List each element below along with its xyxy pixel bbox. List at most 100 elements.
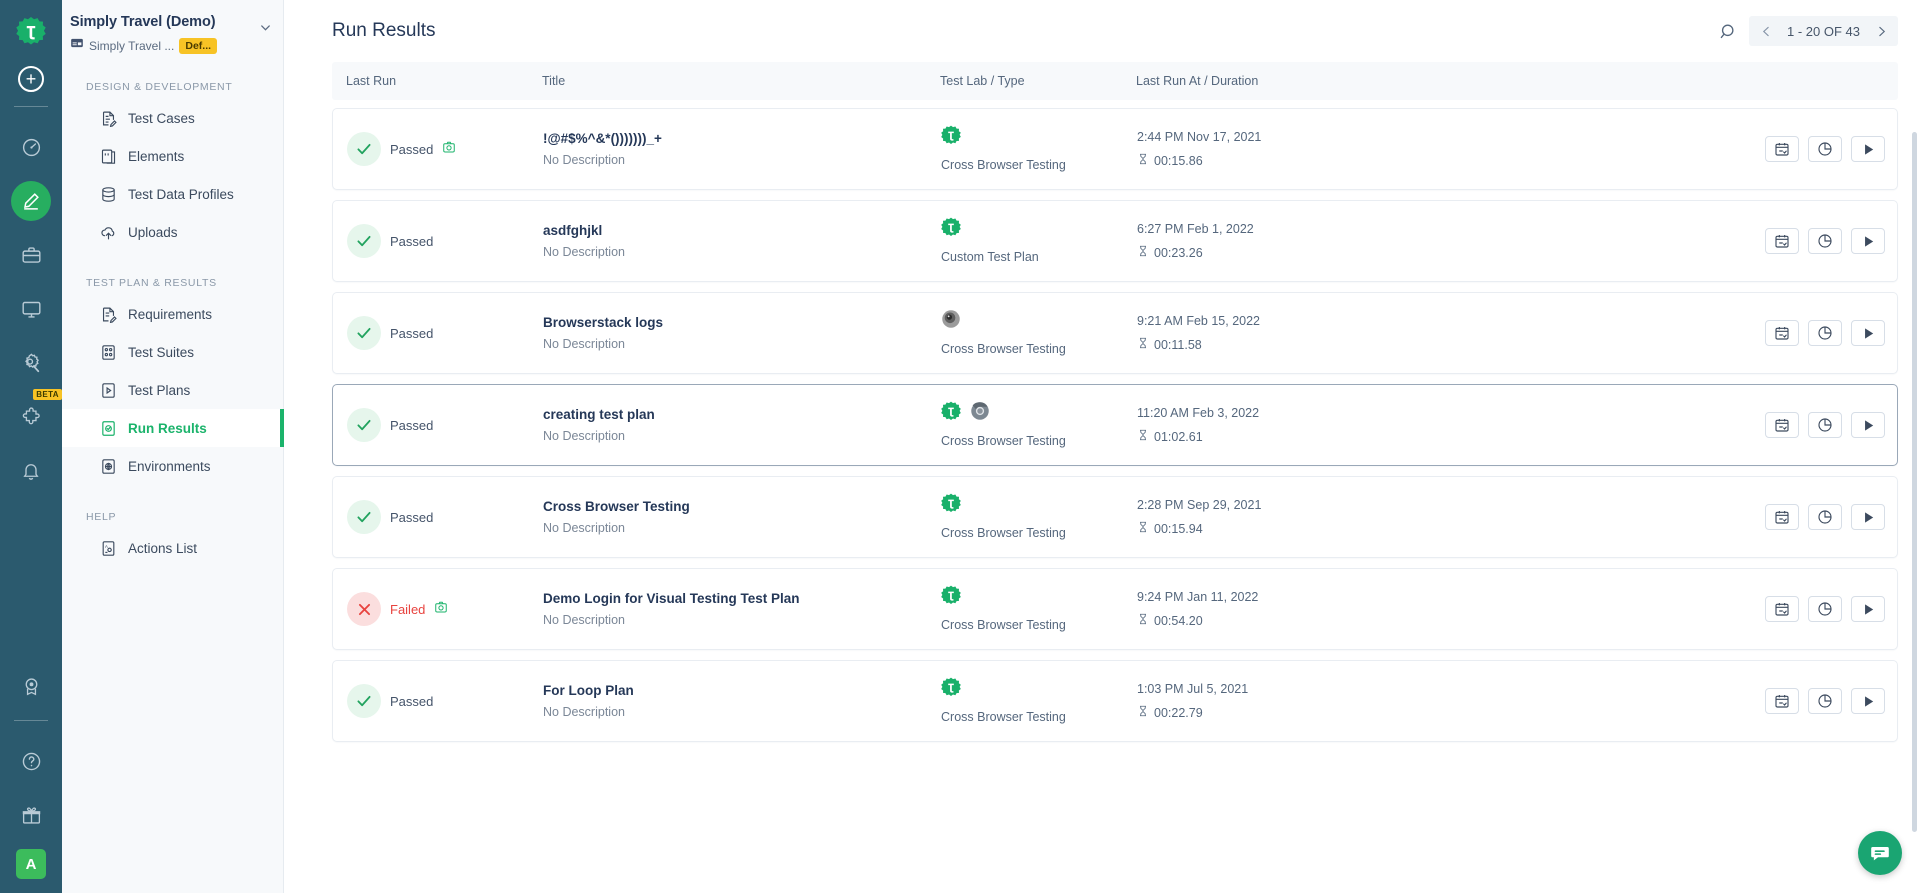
table-row[interactable]: Passed For Loop Plan No Description Cross B…: [332, 660, 1898, 742]
run-play-button[interactable]: [1851, 504, 1885, 530]
puzzle-plugin-icon[interactable]: BETA: [11, 389, 62, 437]
schedule-calendar-button[interactable]: [1765, 228, 1799, 254]
sidebar-item-label: Uploads: [128, 224, 178, 240]
sidebar-item-uploads[interactable]: Uploads: [62, 213, 283, 251]
report-piechart-button[interactable]: [1808, 228, 1842, 254]
report-piechart-button[interactable]: [1808, 504, 1842, 530]
schedule-calendar-button[interactable]: [1765, 688, 1799, 714]
status-cell: Passed: [347, 408, 543, 442]
project-card-icon: [70, 36, 84, 55]
bell-icon[interactable]: [11, 451, 51, 491]
run-title[interactable]: Demo Login for Visual Testing Test Plan: [543, 591, 941, 606]
test-lab-cell: Cross Browser Testing: [941, 585, 1137, 632]
status-label: Passed: [390, 325, 434, 341]
hourglass-icon: [1137, 153, 1149, 168]
lab-type-label: Cross Browser Testing: [941, 525, 1066, 540]
report-piechart-button[interactable]: [1808, 136, 1842, 162]
sidebar-item-actions-list[interactable]: A Actions List: [62, 529, 283, 567]
run-title[interactable]: creating test plan: [543, 407, 941, 422]
report-piechart-button[interactable]: [1808, 320, 1842, 346]
run-play-button[interactable]: [1851, 596, 1885, 622]
pagination-prev-button[interactable]: [1753, 17, 1779, 45]
row-actions: [1367, 504, 1897, 530]
test-cases-icon: [100, 110, 117, 127]
run-title[interactable]: asdfghjkl: [543, 223, 941, 238]
hourglass-icon: [1137, 245, 1149, 260]
run-description: No Description: [543, 153, 625, 167]
cloud-upload-icon: [100, 224, 117, 241]
title-cell: creating test plan No Description: [543, 407, 941, 443]
schedule-calendar-button[interactable]: [1765, 504, 1799, 530]
pagination-next-button[interactable]: [1868, 17, 1894, 45]
run-play-button[interactable]: [1851, 412, 1885, 438]
schedule-calendar-button[interactable]: [1765, 596, 1799, 622]
duration: 00:54.20: [1137, 613, 1367, 628]
status-cell: Failed: [347, 592, 543, 626]
top-bar: Run Results 1 - 20 OF 43: [284, 0, 1920, 62]
run-title[interactable]: !@#$%^&*()))))))_+: [543, 131, 941, 146]
settings-search-icon[interactable]: [11, 343, 51, 383]
help-circle-icon[interactable]: [11, 741, 51, 781]
sidebar-item-requirements[interactable]: Requirements: [62, 295, 283, 333]
gift-icon[interactable]: [11, 795, 51, 835]
monitor-icon[interactable]: [11, 289, 51, 329]
schedule-calendar-button[interactable]: [1765, 412, 1799, 438]
testsigma-lab-icon: [941, 217, 961, 242]
run-play-button[interactable]: [1851, 136, 1885, 162]
run-title[interactable]: Cross Browser Testing: [543, 499, 941, 514]
row-actions: [1367, 596, 1897, 622]
lab-type-label: Cross Browser Testing: [941, 157, 1066, 172]
status-badge: [347, 500, 381, 534]
run-play-button[interactable]: [1851, 228, 1885, 254]
duration-value: 00:15.94: [1154, 521, 1203, 536]
schedule-calendar-button[interactable]: [1765, 320, 1799, 346]
duration: 00:15.94: [1137, 521, 1367, 536]
table-row[interactable]: Passed Browserstack logs No Description Cro…: [332, 292, 1898, 374]
sidebar-item-environments[interactable]: Environments: [62, 447, 283, 485]
duration: 01:02.61: [1137, 429, 1367, 444]
lab-type-label: Cross Browser Testing: [941, 617, 1066, 632]
report-piechart-button[interactable]: [1808, 412, 1842, 438]
lab-icon-group: [941, 401, 990, 425]
design-edit-icon[interactable]: [11, 181, 51, 221]
nav-group-label-help: HELP: [86, 511, 117, 523]
project-header[interactable]: Simply Travel (Demo) Simply Travel ... D…: [62, 10, 283, 55]
report-piechart-button[interactable]: [1808, 688, 1842, 714]
table-row[interactable]: Passed Cross Browser Testing No Descriptio…: [332, 476, 1898, 558]
sidebar-item-test-cases[interactable]: Test Cases: [62, 99, 283, 137]
sidebar-item-run-results[interactable]: Run Results: [62, 409, 284, 447]
schedule-calendar-button[interactable]: [1765, 136, 1799, 162]
run-title[interactable]: Browserstack logs: [543, 315, 941, 330]
chat-bubble-icon[interactable]: [1858, 831, 1902, 875]
avatar[interactable]: A: [16, 849, 46, 879]
testsigma-logo-icon[interactable]: [10, 10, 52, 52]
vertical-scrollbar[interactable]: [1912, 132, 1917, 832]
database-icon: [100, 186, 117, 203]
last-run-cell: 2:44 PM Nov 17, 2021 00:15.86: [1137, 130, 1367, 168]
sidebar-item-test-plans[interactable]: Test Plans: [62, 371, 283, 409]
run-play-button[interactable]: [1851, 320, 1885, 346]
search-icon[interactable]: [1713, 16, 1743, 46]
chevron-down-icon[interactable]: [258, 20, 273, 40]
table-row[interactable]: Passed asdfghjkl No Description Custom Test…: [332, 200, 1898, 282]
run-title[interactable]: For Loop Plan: [543, 683, 941, 698]
table-row[interactable]: Passed !@#$%^&*()))))))_+ No Description Cr…: [332, 108, 1898, 190]
sidebar-item-test-data-profiles[interactable]: Test Data Profiles: [62, 175, 283, 213]
table-row[interactable]: Failed Demo Login for Visual Testing Test…: [332, 568, 1898, 650]
sidebar-item-test-suites[interactable]: Test Suites: [62, 333, 283, 371]
hourglass-icon: [1137, 429, 1149, 444]
test-lab-cell: Cross Browser Testing: [941, 677, 1137, 724]
sidebar-item-elements[interactable]: Elements: [62, 137, 283, 175]
hourglass-icon: [1137, 521, 1149, 536]
lab-type-label: Cross Browser Testing: [941, 709, 1066, 724]
dashboard-icon[interactable]: [11, 127, 51, 167]
duration-value: 00:23.26: [1154, 245, 1203, 260]
rail-divider-bottom: [14, 720, 48, 721]
last-run-cell: 1:03 PM Jul 5, 2021 00:22.79: [1137, 682, 1367, 720]
table-row[interactable]: Passed creating test plan No Description Cr…: [332, 384, 1898, 466]
add-new-button[interactable]: +: [18, 66, 44, 92]
briefcase-icon[interactable]: [11, 235, 51, 275]
report-piechart-button[interactable]: [1808, 596, 1842, 622]
award-badge-icon[interactable]: [11, 666, 51, 706]
run-play-button[interactable]: [1851, 688, 1885, 714]
